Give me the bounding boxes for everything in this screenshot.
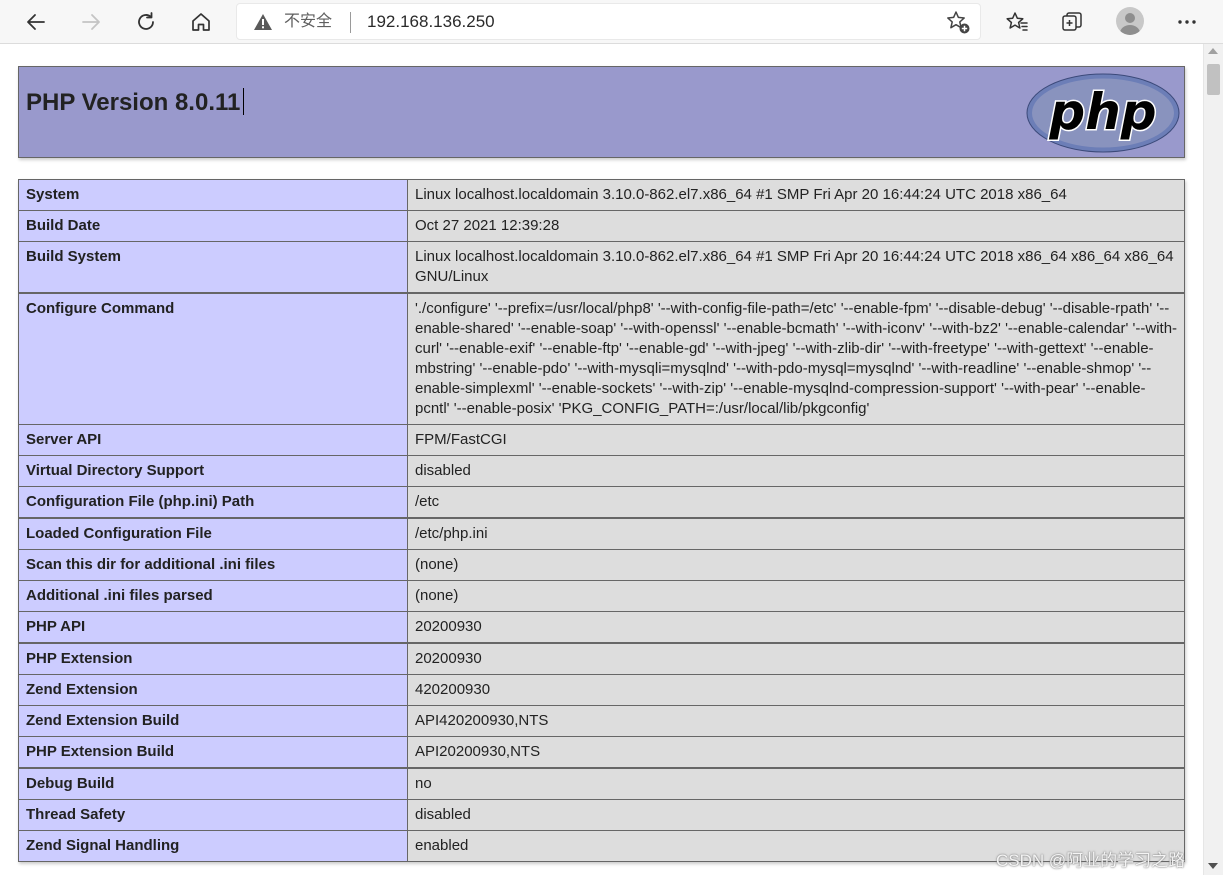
table-row: Additional .ini files parsed (none): [18, 580, 1185, 612]
back-icon: [27, 14, 45, 30]
page-viewport: PHP Version 8.0.11 php php System Linux l…: [0, 44, 1203, 875]
row-label: Virtual Directory Support: [18, 455, 408, 487]
reload-button[interactable]: [129, 5, 163, 39]
row-value: Linux localhost.localdomain 3.10.0-862.e…: [407, 241, 1185, 294]
add-favorite-icon: [947, 11, 970, 34]
row-label: Additional .ini files parsed: [18, 580, 408, 612]
scroll-down-arrow-icon[interactable]: [1208, 863, 1218, 869]
row-value: Linux localhost.localdomain 3.10.0-862.e…: [407, 179, 1185, 211]
row-label: Zend Extension: [18, 674, 408, 706]
watermark: CSDN @阿业的学习之路: [996, 851, 1186, 870]
row-label: Build System: [18, 241, 408, 294]
table-row: Configure Command './configure' '--prefix…: [18, 292, 1185, 425]
more-button[interactable]: [1170, 5, 1204, 39]
row-value: /etc: [407, 486, 1185, 519]
row-label: Debug Build: [18, 767, 408, 800]
table-row: PHP Extension Build API20200930,NTS: [18, 736, 1185, 769]
row-value: 420200930: [407, 674, 1185, 706]
row-label: Configure Command: [18, 292, 408, 425]
row-label: Zend Signal Handling: [18, 830, 408, 862]
row-value: 20200930: [407, 611, 1185, 644]
home-button[interactable]: [184, 5, 218, 39]
row-label: Scan this dir for additional .ini files: [18, 549, 408, 581]
text-cursor: [243, 88, 245, 115]
row-value: disabled: [407, 799, 1185, 831]
scroll-thumb[interactable]: [1207, 64, 1220, 95]
row-label: Loaded Configuration File: [18, 517, 408, 550]
row-label: Configuration File (php.ini) Path: [18, 486, 408, 519]
collections-icon: [1062, 12, 1082, 31]
table-row: Zend Extension 420200930: [18, 674, 1185, 706]
forward-button[interactable]: [74, 5, 108, 39]
url-text[interactable]: 192.168.136.250: [367, 12, 495, 32]
profile-avatar[interactable]: [1116, 7, 1144, 35]
row-value: no: [407, 767, 1185, 800]
forward-icon: [82, 14, 100, 30]
security-label[interactable]: 不安全: [284, 12, 332, 32]
row-label: PHP API: [18, 611, 408, 644]
browser-toolbar: 不安全 192.168.136.250: [0, 0, 1223, 44]
table-row: Configuration File (php.ini) Path/etc: [18, 486, 1185, 519]
home-icon: [192, 13, 210, 31]
row-value: './configure' '--prefix=/usr/local/php8'…: [407, 292, 1185, 425]
back-button[interactable]: [19, 5, 53, 39]
php-header-banner: PHP Version 8.0.11 php php: [18, 66, 1185, 158]
php-info-table: System Linux localhost.localdomain 3.10.0…: [18, 179, 1185, 862]
page-title-text: PHP Version 8.0.11: [26, 89, 241, 116]
table-row: System Linux localhost.localdomain 3.10.0…: [18, 179, 1185, 211]
row-value: (none): [407, 580, 1185, 612]
avatar-body: [1120, 25, 1140, 35]
row-value: 20200930: [407, 642, 1185, 675]
collections-button[interactable]: [1055, 5, 1089, 39]
row-value: API420200930,NTS: [407, 705, 1185, 737]
table-row: PHP Extension 20200930: [18, 642, 1185, 675]
row-label: PHP Extension: [18, 642, 408, 675]
add-favorite-button[interactable]: [945, 9, 971, 40]
table-row: Zend Extension Build API420200930,NTS: [18, 705, 1185, 737]
table-row: Build Date Oct 27 2021 12:39:28: [18, 210, 1185, 242]
php-logo-icon[interactable]: php php: [1026, 73, 1180, 153]
table-row: Virtual Directory Support disabled: [18, 455, 1185, 487]
row-value: (none): [407, 549, 1185, 581]
table-row: Loaded Configuration File/etc/php.ini: [18, 517, 1185, 550]
table-row: Thread Safety disabled: [18, 799, 1185, 831]
table-row: PHP API 20200930: [18, 611, 1185, 644]
table-row: Scan this dir for additional .ini files(…: [18, 549, 1185, 581]
table-row: Debug Build no: [18, 767, 1185, 800]
vertical-scrollbar[interactable]: [1203, 44, 1223, 875]
php-logo-text: php: [1048, 83, 1156, 141]
row-label: Server API: [18, 424, 408, 456]
table-row: Build System Linux localhost.localdomain …: [18, 241, 1185, 294]
page-title: PHP Version 8.0.11: [26, 87, 245, 119]
row-value: FPM/FastCGI: [407, 424, 1185, 456]
row-label: Build Date: [18, 210, 408, 242]
more-icon: [1178, 20, 1196, 24]
row-value: Oct 27 2021 12:39:28: [407, 210, 1185, 242]
favorites-icon: [1006, 12, 1028, 31]
row-value: disabled: [407, 455, 1185, 487]
favorites-button[interactable]: [1000, 5, 1034, 39]
table-row: Server API FPM/FastCGI: [18, 424, 1185, 456]
reload-icon: [138, 12, 154, 30]
avatar-head: [1125, 13, 1135, 23]
address-separator: [350, 12, 351, 33]
scroll-up-arrow-icon[interactable]: [1208, 48, 1218, 54]
warning-icon[interactable]: [253, 12, 273, 32]
row-label: Thread Safety: [18, 799, 408, 831]
row-label: PHP Extension Build: [18, 736, 408, 769]
row-label: Zend Extension Build: [18, 705, 408, 737]
row-label: System: [18, 179, 408, 211]
address-bar[interactable]: 不安全 192.168.136.250: [236, 3, 981, 40]
row-value: /etc/php.ini: [407, 517, 1185, 550]
row-value: API20200930,NTS: [407, 736, 1185, 769]
php-info-table-body: System Linux localhost.localdomain 3.10.0…: [18, 179, 1185, 862]
